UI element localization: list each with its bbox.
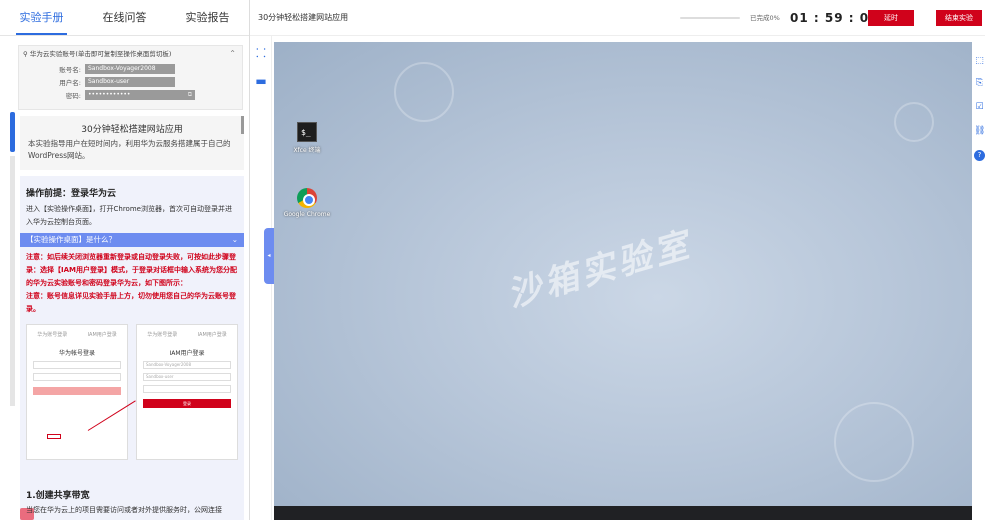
screenshot-highlight-box bbox=[47, 434, 61, 439]
username-value[interactable]: Sandbox-user bbox=[85, 77, 175, 87]
section-heading: 1.创建共享带宽 bbox=[26, 491, 90, 501]
chevron-down-icon: ⌄ bbox=[231, 235, 238, 244]
step-marker-active bbox=[10, 112, 15, 152]
screenshot-huawei-login: 华为账号登录 IAM用户登录 华为帐号登录 bbox=[26, 324, 128, 460]
manual-tabs: 实验手册 在线问答 实验报告 bbox=[0, 0, 249, 36]
lab-topbar: 30分钟轻松搭建网站应用 已完成0% 01 : 59 : 00 延时 结束实验 bbox=[250, 0, 985, 36]
sandbox-watermark: 沙箱实验室 bbox=[503, 224, 697, 316]
section-text: 当您在华为云上的项目需要访问或者对外提供服务时，公网连接 bbox=[26, 506, 222, 514]
screenshot-login-button: 登录 bbox=[143, 399, 231, 408]
copy-icon[interactable]: ⧉ bbox=[188, 90, 192, 100]
right-toolbar: ⬚ ⎘ ☑ ⛓ ? bbox=[972, 42, 985, 520]
screenshot-tab-iam: IAM用户登录 bbox=[87, 332, 117, 338]
screenshot-field bbox=[33, 361, 121, 369]
remote-desktop[interactable]: 沙箱实验室 $_ Xfce 终端 Google Chrome bbox=[274, 42, 972, 506]
screenshot-title: IAM用户登录 bbox=[169, 350, 205, 357]
lab-intro-card: 30分钟轻松搭建网站应用 本实验指导用户在短时间内，利用华为云服务搭建属于自己的… bbox=[20, 116, 244, 170]
screenshot-tab-huawei: 华为账号登录 bbox=[147, 332, 178, 338]
account-info-box: ⚲ 华为云实验账号(单击即可复制至操作桌面剪切板) ⌃ 账号名: Sandbox… bbox=[18, 45, 243, 110]
terminal-label: Xfce 终端 bbox=[293, 147, 321, 154]
checklist-icon[interactable]: ☑ bbox=[974, 102, 985, 113]
tab-lab-report[interactable]: 实验报告 bbox=[166, 0, 249, 35]
screenshot-tabs: 华为账号登录 IAM用户登录 bbox=[27, 331, 127, 338]
lab-workspace: 实验手册 在线问答 实验报告 ⚲ 华为云实验账号(单击即可复制至操作桌面剪切板)… bbox=[0, 0, 985, 520]
tab-lab-manual[interactable]: 实验手册 bbox=[0, 0, 83, 35]
screenshot-tab-huawei: 华为账号登录 bbox=[37, 332, 68, 338]
step-marker-rest bbox=[10, 156, 15, 406]
chrome-label: Google Chrome bbox=[283, 211, 331, 218]
password-value[interactable]: •••••••••••• ⧉ bbox=[85, 90, 195, 100]
screenshot-title: 华为帐号登录 bbox=[58, 350, 95, 357]
tab-online-qa[interactable]: 在线问答 bbox=[83, 0, 166, 35]
account-name-label: 账号名: bbox=[59, 66, 81, 74]
intro-description: 本实验指导用户在短时间内，利用华为云服务搭建属于自己的WordPress网站。 bbox=[28, 139, 231, 160]
terminal-icon: $_ bbox=[297, 122, 317, 142]
end-lab-button[interactable]: 结束实验 bbox=[936, 10, 982, 26]
chrome-icon bbox=[297, 188, 317, 208]
screenshot-field bbox=[143, 385, 231, 393]
countdown-timer: 01 : 59 : 00 bbox=[790, 11, 879, 25]
screenshot-tool-icon[interactable]: ⬚ bbox=[974, 56, 985, 67]
link-icon[interactable]: ⛓ bbox=[974, 126, 985, 137]
account-warning-note: 注意：账号信息详见实验手册上方，切勿使用您自己的华为云账号登录。 bbox=[26, 292, 236, 313]
password-mask: •••••••••••• bbox=[88, 91, 131, 98]
background-decoration bbox=[834, 402, 914, 482]
desktop-icon[interactable]: ▬ bbox=[254, 74, 268, 88]
account-row-user: 用户名: Sandbox-user bbox=[19, 76, 242, 88]
progress-bar bbox=[680, 17, 740, 19]
desktop-icon-terminal[interactable]: $_ Xfce 终端 bbox=[282, 122, 332, 154]
progress-text: 已完成0% bbox=[750, 14, 780, 22]
manual-content: 操作前提：登录华为云 进入【实验操作桌面】，打开Chrome浏览器，首次可自动登… bbox=[20, 176, 244, 520]
desktop-icon-chrome[interactable]: Google Chrome bbox=[282, 188, 332, 218]
extend-time-button[interactable]: 延时 bbox=[868, 10, 914, 26]
account-name-value[interactable]: Sandbox-Voyager2008 bbox=[85, 64, 175, 74]
screenshot-tabs: 华为账号登录 IAM用户登录 bbox=[137, 331, 237, 338]
prereq-heading: 操作前提：登录华为云 bbox=[26, 189, 117, 199]
screenshot-tab-iam: IAM用户登录 bbox=[197, 332, 227, 338]
account-header[interactable]: ⚲ 华为云实验账号(单击即可复制至操作桌面剪切板) ⌃ bbox=[19, 46, 242, 62]
collapse-label: 【实验操作桌面】是什么？ bbox=[26, 235, 116, 244]
account-row-password: 密码: •••••••••••• ⧉ bbox=[19, 89, 242, 101]
login-screenshots: 华为账号登录 IAM用户登录 华为帐号登录 华为账号登录 IAM用户登录 IAM… bbox=[26, 324, 238, 460]
user-icon: ⚲ bbox=[23, 50, 28, 58]
password-label: 密码: bbox=[65, 92, 81, 100]
screenshot-iam-login: 华为账号登录 IAM用户登录 IAM用户登录 Sandbox-Voyager20… bbox=[136, 324, 238, 460]
chevron-up-icon[interactable]: ⌃ bbox=[229, 46, 236, 62]
login-note: 注意：如后续关闭浏览器重新登录或自动登录失败，可按如此步骤登录：选择【IAM用户… bbox=[26, 253, 237, 287]
screenshot-field: Sandbox-user bbox=[143, 373, 231, 381]
desktop-taskbar bbox=[274, 506, 972, 520]
account-row-name: 账号名: Sandbox-Voyager2008 bbox=[19, 63, 242, 75]
topology-icon[interactable]: ⸬ bbox=[254, 46, 268, 60]
clipboard-icon[interactable]: ⎘ bbox=[974, 78, 985, 89]
help-icon[interactable]: ? bbox=[974, 150, 985, 161]
step-progress-rail bbox=[8, 112, 15, 412]
lab-title: 30分钟轻松搭建网站应用 bbox=[258, 13, 349, 22]
collapse-panel-handle[interactable]: ◂ bbox=[264, 228, 274, 284]
intro-title: 30分钟轻松搭建网站应用 bbox=[81, 125, 183, 135]
screenshot-field: Sandbox-Voyager2008 bbox=[143, 361, 231, 369]
screenshot-field bbox=[33, 373, 121, 381]
account-header-label: 华为云实验账号(单击即可复制至操作桌面剪切板) bbox=[29, 50, 172, 58]
desktop-faq-collapse[interactable]: 【实验操作桌面】是什么？ ⌄ bbox=[20, 233, 244, 247]
screenshot-login-button bbox=[33, 387, 121, 395]
lab-manual-panel: 实验手册 在线问答 实验报告 ⚲ 华为云实验账号(单击即可复制至操作桌面剪切板)… bbox=[0, 0, 250, 520]
intro-scrollbar[interactable] bbox=[241, 116, 244, 134]
background-decoration bbox=[894, 102, 934, 142]
username-label: 用户名: bbox=[59, 79, 81, 87]
prereq-text: 进入【实验操作桌面】，打开Chrome浏览器，首次可自动登录并进入华为云控制台页… bbox=[26, 205, 232, 226]
background-decoration bbox=[394, 62, 454, 122]
